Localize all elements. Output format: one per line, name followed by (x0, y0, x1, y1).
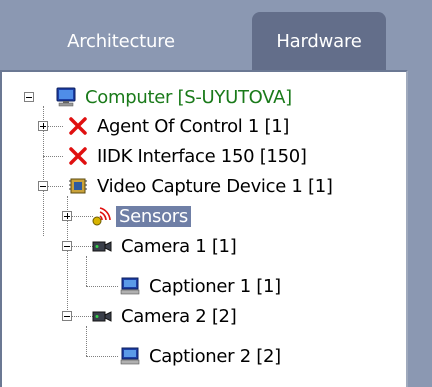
captioner-icon (120, 347, 140, 365)
tab-architecture[interactable]: Architecture (26, 12, 216, 70)
tree-item-iidk-interface[interactable]: IIDK Interface 150 [150] (68, 142, 310, 170)
tree-line (43, 156, 63, 157)
tab-hardware[interactable]: Hardware (252, 12, 386, 70)
hardware-tree-panel: Computer [S-UYUTOVA] Agent Of Control 1 … (0, 70, 408, 387)
tab-bar: Architecture Hardware (0, 0, 432, 70)
computer-icon (56, 87, 76, 107)
capture-card-icon (69, 178, 87, 194)
tree-label-computer: Computer [S-UYUTOVA] (85, 86, 292, 108)
expand-toggle-sensors[interactable] (62, 211, 72, 221)
error-x-icon (69, 147, 87, 165)
tree-label-captioner2: Captioner 2 [2] (149, 345, 281, 367)
tree-label-camera2: Camera 2 [2] (121, 305, 237, 327)
tree-item-captioner-2[interactable]: Captioner 2 [2] (120, 342, 284, 370)
collapse-toggle-camera2[interactable] (62, 311, 72, 321)
collapse-toggle-video[interactable] (38, 181, 48, 191)
expand-toggle-agent[interactable] (38, 121, 48, 131)
tree-item-captioner-1[interactable]: Captioner 1 [1] (120, 272, 284, 300)
camera-icon (92, 311, 112, 322)
tree-label-agent: Agent Of Control 1 [1] (97, 115, 290, 137)
tree-label-video: Video Capture Device 1 [1] (97, 175, 333, 197)
tree-label-camera1: Camera 1 [1] (121, 235, 237, 257)
tree-label-sensors: Sensors (116, 205, 191, 227)
camera-icon (92, 241, 112, 252)
tree-line (86, 326, 87, 356)
tree-item-computer[interactable]: Computer [S-UYUTOVA] (56, 83, 295, 111)
tree-line (86, 356, 118, 357)
tree-item-video-capture-device[interactable]: Video Capture Device 1 [1] (68, 172, 336, 200)
tree-line (86, 256, 87, 286)
tree-label-captioner1: Captioner 1 [1] (149, 275, 281, 297)
captioner-icon (120, 277, 140, 295)
tree-item-sensors[interactable]: Sensors (92, 202, 191, 230)
collapse-toggle-camera1[interactable] (62, 241, 72, 251)
sensor-icon (92, 207, 111, 226)
tree-line (86, 286, 118, 287)
side-strip (408, 70, 432, 387)
tree-item-camera-2[interactable]: Camera 2 [2] (92, 302, 239, 330)
tree-label-iidk: IIDK Interface 150 [150] (97, 145, 307, 167)
collapse-toggle-computer[interactable] (24, 92, 34, 102)
tree-item-camera-1[interactable]: Camera 1 [1] (92, 232, 239, 260)
hardware-tree: Computer [S-UYUTOVA] Agent Of Control 1 … (2, 72, 406, 387)
error-x-icon (69, 117, 87, 135)
tree-item-agent-of-control[interactable]: Agent Of Control 1 [1] (68, 112, 292, 140)
